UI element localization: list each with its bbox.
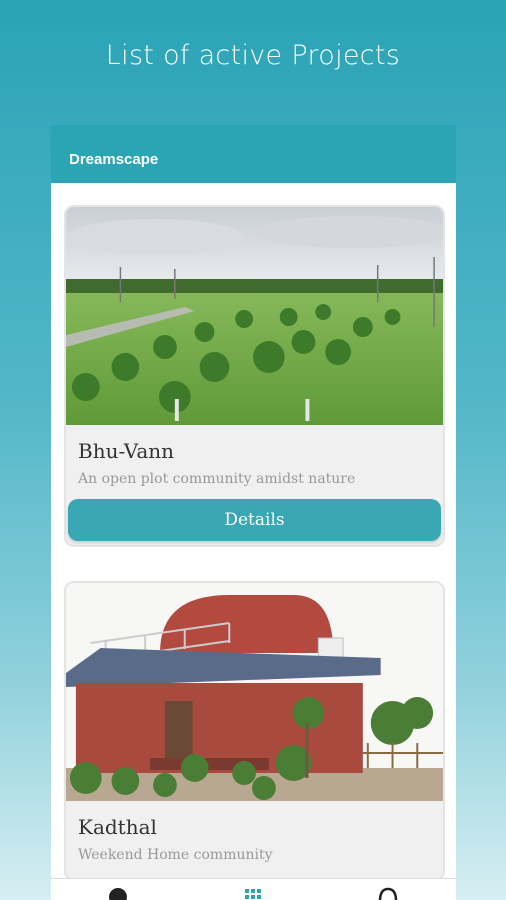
projects-panel: Dreamscape Bhu-Vann An open plot communi… <box>51 125 456 900</box>
info-icon[interactable] <box>108 887 128 900</box>
project-description: Weekend Home community <box>78 847 273 863</box>
project-name: Kadthal <box>78 815 157 839</box>
project-name: Bhu-Vann <box>78 439 175 463</box>
project-card-kadthal[interactable]: Kadthal Weekend Home community <box>64 581 445 881</box>
project-card-bhu-vann[interactable]: Bhu-Vann An open plot community amidst n… <box>64 205 445 547</box>
panel-header: Dreamscape <box>51 125 456 183</box>
details-button[interactable]: Details <box>68 499 441 541</box>
project-description: An open plot community amidst nature <box>78 471 356 487</box>
bottom-navigation <box>51 878 456 900</box>
grid-icon[interactable] <box>243 887 263 900</box>
page-title: List of active Projects <box>105 40 401 71</box>
project-image <box>66 207 443 425</box>
headset-icon[interactable] <box>378 887 398 900</box>
project-image <box>66 583 443 801</box>
